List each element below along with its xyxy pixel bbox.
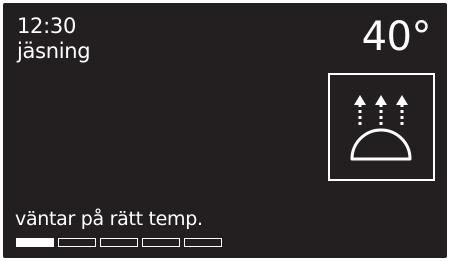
clock-time: 12:30 — [17, 14, 77, 38]
proofing-dome-heat-icon — [350, 95, 412, 161]
progress-segment — [16, 238, 54, 247]
status-message: väntar på rätt temp. — [15, 208, 203, 230]
progress-segment — [142, 238, 180, 247]
progress-segment — [58, 238, 96, 247]
mode-button[interactable] — [328, 73, 435, 181]
temperature-readout: 40° — [361, 14, 432, 60]
program-name: jäsning — [17, 39, 91, 63]
progress-bar — [16, 238, 222, 247]
oven-display-screen: 12:30 jäsning 40° väntar på rätt temp. — [3, 3, 447, 258]
progress-segment — [184, 238, 222, 247]
progress-segment — [100, 238, 138, 247]
